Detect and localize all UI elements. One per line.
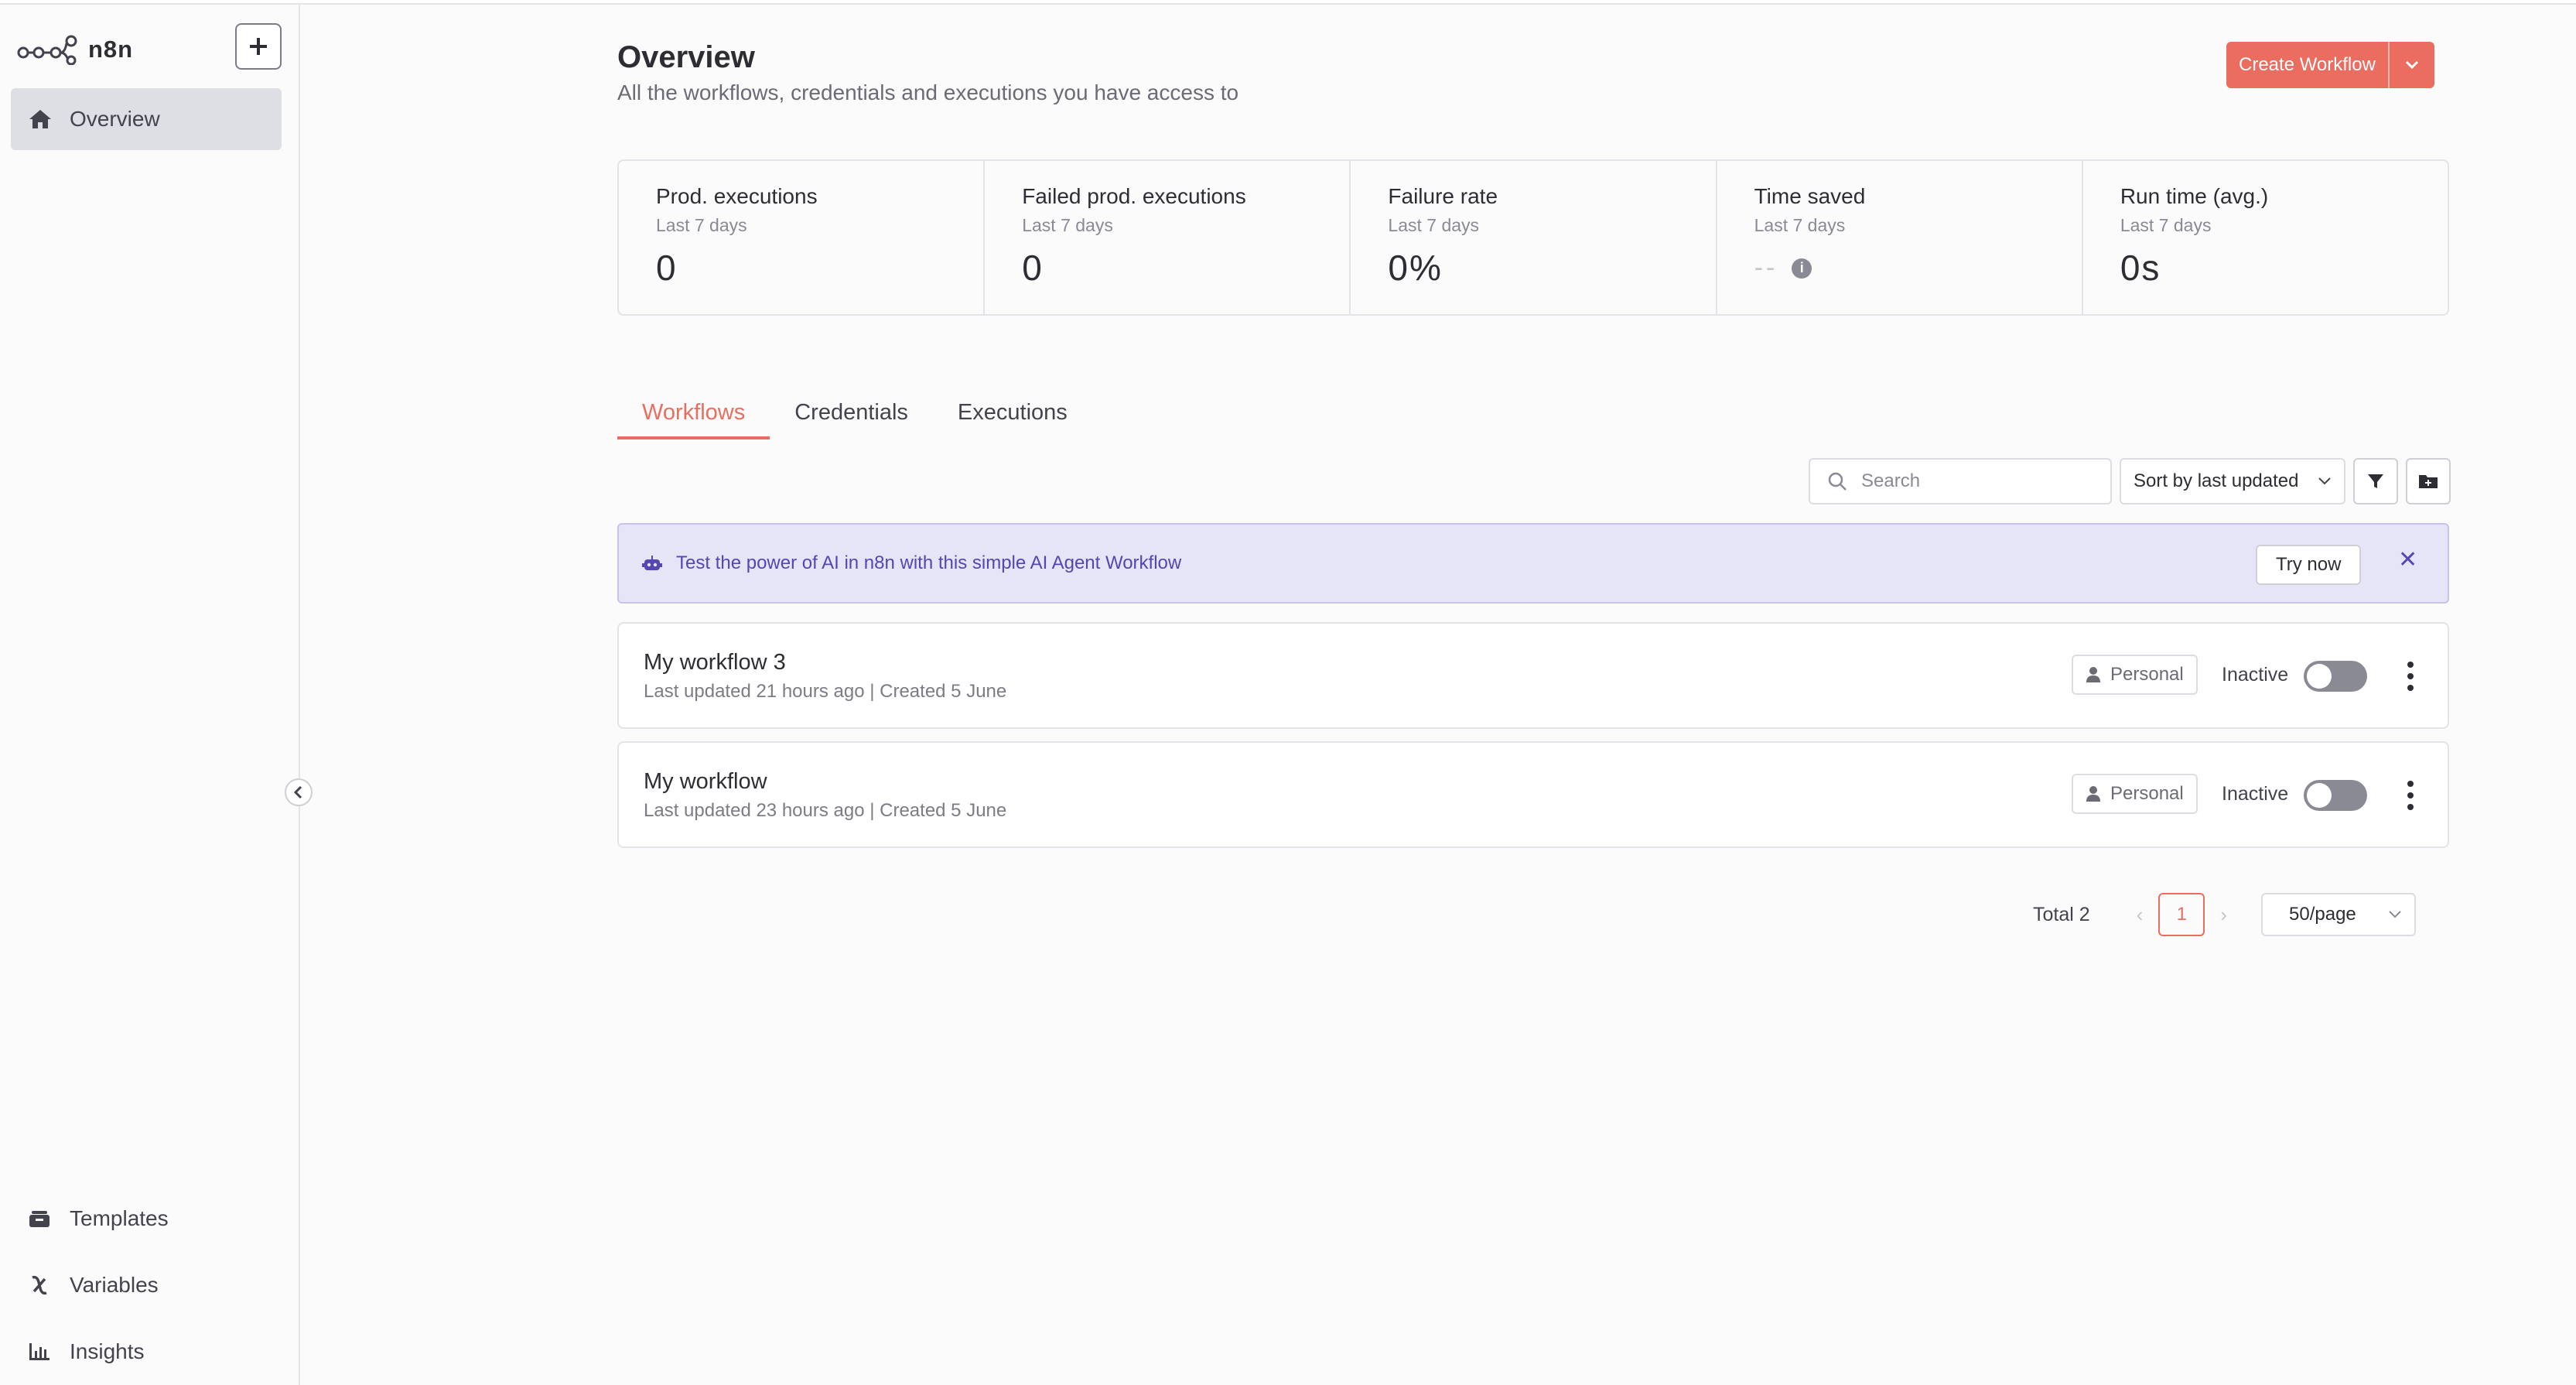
info-icon[interactable]: i [1792,258,1812,279]
filter-button[interactable] [2353,458,2398,504]
add-button[interactable] [235,23,282,70]
page-size-value: 50/page [2289,904,2356,925]
chevron-down-icon [2318,477,2331,485]
stat-title: Prod. executions [656,184,818,208]
search-input[interactable]: Search [1809,458,2112,504]
create-workflow-group: Create Workflow [2226,42,2434,88]
chevron-left-icon [293,785,302,799]
stats-panel: Prod. executions Last 7 days 0 Failed pr… [617,159,2449,316]
workflow-name[interactable]: My workflow [644,769,767,795]
sidebar-item-label: Variables [70,1273,159,1297]
stat-title: Time saved [1754,184,1866,208]
sort-value: Sort by last updated [2134,470,2299,491]
stat-failed-prod-executions[interactable]: Failed prod. executions Last 7 days 0 [985,161,1351,314]
templates-icon [29,1211,50,1227]
workflow-card[interactable]: My workflow Last updated 23 hours ago | … [617,741,2449,848]
owner-label: Personal [2110,783,2184,804]
try-now-button[interactable]: Try now [2256,545,2362,585]
stat-value: 0% [1388,248,1443,288]
robot-icon [642,556,662,570]
stat-period: Last 7 days [656,215,747,235]
page-subtitle: All the workflows, credentials and execu… [617,80,1239,104]
stat-value: 0 [656,248,678,288]
add-folder-button[interactable] [2406,458,2451,504]
brand-name: n8n [88,36,134,63]
sidebar-item-overview[interactable]: Overview [11,88,282,150]
chevron-down-icon [2405,60,2419,70]
stat-value: -- [1754,253,1778,282]
stat-failure-rate[interactable]: Failure rate Last 7 days 0% [1351,161,1717,314]
sidebar-item-insights[interactable]: Insights [28,1318,169,1385]
create-workflow-button[interactable]: Create Workflow [2226,42,2388,88]
page-title: Overview [617,40,755,74]
tab-credentials[interactable]: Credentials [770,393,933,439]
top-border [0,0,2576,5]
stat-period: Last 7 days [2120,215,2212,235]
stat-time-saved[interactable]: Time saved Last 7 days -- i [1717,161,2083,314]
page-number-button[interactable]: 1 [2158,893,2205,936]
stat-value: 0s [2120,248,2161,288]
status-label: Inactive [2222,664,2289,686]
insights-icon [29,1343,50,1360]
ai-agent-banner: Test the power of AI in n8n with this si… [617,523,2449,604]
stat-value-row: -- i [1754,253,2045,283]
sidebar-item-variables[interactable]: Variables [28,1252,169,1318]
stat-value: 0 [1022,248,1044,288]
workflow-meta: Last updated 21 hours ago | Created 5 Ju… [644,681,1007,702]
sidebar-item-templates[interactable]: Templates [28,1185,169,1252]
chevron-down-icon [2389,911,2401,918]
prev-page-icon[interactable]: ‹ [2137,903,2144,927]
home-icon [29,110,51,128]
tabs: Workflows Credentials Executions [617,393,1092,439]
pagination: Total 2 ‹ 1 › 50/page [2033,893,2417,936]
close-banner-icon[interactable]: ✕ [2398,546,2417,573]
toggle-knob [2307,664,2332,689]
filter-icon [2368,474,2383,488]
owner-badge: Personal [2072,774,2198,814]
stat-period: Last 7 days [1754,215,1846,235]
stat-period: Last 7 days [1388,215,1480,235]
page-size-select[interactable]: 50/page [2261,893,2417,936]
folder-plus-icon [2419,475,2438,488]
sidebar-item-label: Templates [70,1206,169,1230]
toggle-knob [2307,783,2332,808]
user-icon [2086,667,2100,682]
workflow-meta: Last updated 23 hours ago | Created 5 Ju… [644,800,1007,821]
stat-period: Last 7 days [1022,215,1113,235]
tab-executions[interactable]: Executions [933,393,1092,439]
collapse-sidebar-button[interactable] [285,778,313,806]
sidebar-item-label: Overview [70,107,160,131]
workflow-name[interactable]: My workflow 3 [644,650,786,675]
sort-select[interactable]: Sort by last updated [2120,458,2345,504]
n8n-logo-icon [17,35,77,65]
stat-title: Failed prod. executions [1022,184,1246,208]
active-toggle[interactable] [2304,780,2367,811]
status-label: Inactive [2222,783,2289,805]
next-page-icon[interactable]: › [2220,903,2227,927]
search-placeholder: Search [1861,470,1921,491]
sidebar: n8n Overview Templates Variables Insight… [0,5,300,1385]
search-icon [1828,472,1847,491]
active-toggle[interactable] [2304,661,2367,692]
owner-label: Personal [2110,664,2184,685]
brand-logo[interactable]: n8n [17,34,133,65]
sidebar-item-label: Insights [70,1339,145,1363]
owner-badge: Personal [2072,655,2198,695]
sidebar-bottom-nav: Templates Variables Insights [28,1185,169,1385]
variables-icon [32,1275,47,1295]
workflow-card[interactable]: My workflow 3 Last updated 21 hours ago … [617,622,2449,729]
more-options-icon[interactable] [2403,778,2418,812]
stat-prod-executions[interactable]: Prod. executions Last 7 days 0 [619,161,986,314]
stat-title: Run time (avg.) [2120,184,2269,208]
list-toolbar: Search Sort by last updated [1809,458,2451,504]
more-options-icon[interactable] [2403,659,2418,693]
plus-icon [250,38,267,55]
banner-text: Test the power of AI in n8n with this si… [676,552,1182,573]
stat-title: Failure rate [1388,184,1498,208]
create-workflow-dropdown-button[interactable] [2387,42,2434,88]
stat-run-time[interactable]: Run time (avg.) Last 7 days 0s [2083,161,2448,314]
user-icon [2086,786,2100,802]
tab-workflows[interactable]: Workflows [617,393,770,439]
total-count: Total 2 [2033,903,2090,925]
